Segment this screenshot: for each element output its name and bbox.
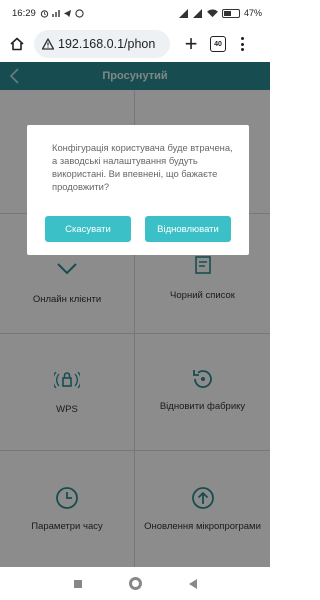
tabs-icon[interactable]: 40 — [210, 36, 226, 52]
battery-percent: 47% — [243, 8, 262, 18]
status-bar: 16:29 47% — [0, 0, 270, 26]
telegram-icon — [63, 9, 71, 17]
back-icon[interactable] — [188, 578, 197, 589]
url-text[interactable]: 192.168.0.1/phon — [58, 37, 155, 51]
system-nav-bar — [0, 567, 270, 600]
new-tab-plus-icon[interactable]: + — [180, 33, 202, 55]
menu-icon[interactable] — [236, 37, 248, 51]
dialog-buttons: Скасувати Відновлювати — [45, 216, 231, 242]
home-icon[interactable] — [6, 33, 28, 55]
wifi-icon — [207, 8, 218, 17]
dialog-message: Конфігурація користувача буде втрачена, … — [52, 142, 233, 192]
status-right-icons: 47% — [178, 8, 262, 18]
browser-toolbar: 192.168.0.1/phon + 40 — [0, 26, 270, 62]
battery-icon — [221, 8, 240, 18]
cancel-button[interactable]: Скасувати — [45, 216, 131, 242]
status-time: 16:29 — [12, 7, 36, 19]
cellular-icon — [192, 8, 202, 18]
confirm-dialog: Конфігурація користувача буде втрачена, … — [27, 125, 249, 255]
viber-icon — [75, 8, 84, 18]
status-left-icons — [40, 8, 84, 18]
warning-icon[interactable] — [42, 38, 54, 50]
alarm-icon — [40, 9, 48, 18]
recents-icon[interactable] — [73, 579, 82, 588]
tab-count: 40 — [214, 40, 222, 48]
signal-icon — [52, 9, 60, 17]
home-icon[interactable] — [128, 577, 142, 590]
cellular-icon — [178, 8, 188, 18]
restore-confirm-button[interactable]: Відновлювати — [145, 216, 231, 242]
address-bar[interactable]: 192.168.0.1/phon — [34, 30, 170, 58]
